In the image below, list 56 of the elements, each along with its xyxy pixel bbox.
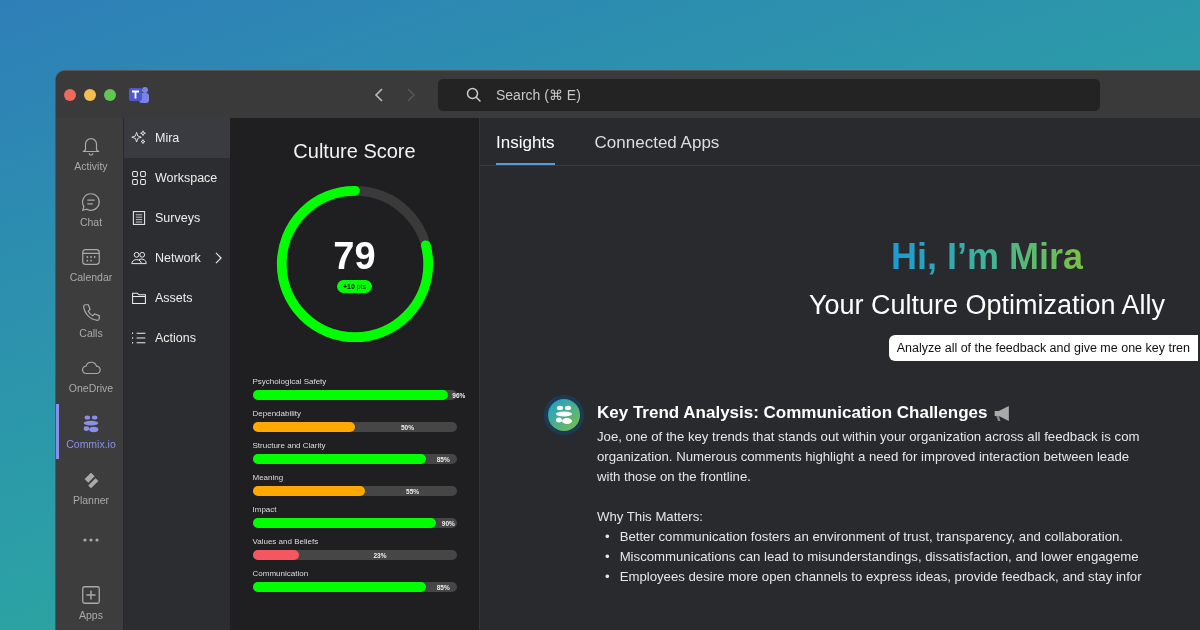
minimize-icon[interactable] — [84, 88, 96, 101]
nav-item[interactable]: Network — [124, 238, 230, 278]
app-rail-item[interactable]: OneDrive — [56, 348, 123, 404]
folder-icon — [131, 290, 147, 306]
bullet-text: Miscommunications can lead to misunderstandings, dissatisfaction, and lower engageme — [619, 548, 1139, 566]
assistant-avatar-icon — [544, 395, 584, 435]
maximize-icon[interactable] — [104, 88, 116, 101]
list-icon — [131, 330, 147, 346]
document-icon — [131, 210, 147, 226]
bullet-text: Better communication fosters an environment of trust, transparency, and collaboration. — [619, 528, 1123, 546]
metric-label: Values and Beliefs — [252, 537, 320, 546]
more-icon — [83, 537, 99, 542]
nav-item[interactable]: Surveys — [124, 198, 230, 238]
bullet-text: Employees desire more open channels to express ideas, provide feedback, and stay infor — [619, 568, 1142, 586]
tab[interactable]: Insights — [496, 133, 555, 165]
tab[interactable]: Connected Apps — [594, 133, 720, 165]
score-value: 79 — [333, 235, 376, 278]
section-heading: Why This Matters: — [597, 508, 703, 526]
add-icon — [80, 583, 102, 606]
message-text: with those on the frontline. — [597, 468, 751, 486]
app-rail-item[interactable]: Chat — [56, 181, 123, 238]
app-rail-item[interactable]: Calendar — [56, 237, 123, 293]
message-title: Key Trend Analysis: Communication Challenges — [597, 403, 988, 423]
nav-item[interactable]: Workspace — [124, 158, 230, 198]
people-icon — [131, 250, 147, 266]
panel-title: Culture Score — [293, 140, 416, 163]
search-icon — [466, 86, 482, 103]
app-rail-item[interactable]: Planner — [56, 459, 123, 515]
bullet-mark: • — [605, 568, 610, 586]
nav-item[interactable]: Mira — [124, 118, 230, 158]
metric-label: Structure and Clarity — [252, 441, 327, 450]
phone-icon — [80, 301, 102, 324]
back-icon[interactable] — [374, 86, 384, 103]
bullet-mark: • — [605, 548, 610, 566]
chat-icon — [80, 190, 102, 213]
search-field[interactable]: Search (⌘ E) — [438, 78, 1100, 111]
metric-label: Communication — [252, 569, 310, 578]
nav-item[interactable]: Actions — [124, 318, 230, 358]
sparkle-icon — [131, 130, 147, 146]
metric-label: Psychological Safety — [252, 377, 328, 386]
metric-label: Meaning — [252, 473, 285, 482]
app-rail-item[interactable]: Activity — [56, 126, 123, 182]
prompt-chip[interactable]: Analyze all of the feedback and give me one key tren — [888, 335, 1198, 361]
app-rail-item[interactable]: Apps — [56, 574, 123, 630]
metric-label: Dependability — [252, 409, 302, 418]
app-rail-item[interactable]: Calls — [56, 292, 123, 349]
close-icon[interactable] — [64, 88, 76, 101]
metric-label: Impact — [252, 505, 278, 514]
app-logo-icon — [128, 84, 150, 105]
grid-icon — [131, 170, 147, 186]
bullet-mark: • — [605, 528, 610, 546]
nav-item[interactable]: Assets — [124, 278, 230, 318]
message-text: Joe, one of the key trends that stands out within your organization across all feedback is com — [597, 428, 1140, 446]
bell-icon — [80, 135, 102, 158]
message-text: organization. Numerous comments highlight a need for improved interaction between leade — [597, 448, 1130, 466]
subtitle: Your Culture Optimization Ally — [808, 290, 1166, 321]
